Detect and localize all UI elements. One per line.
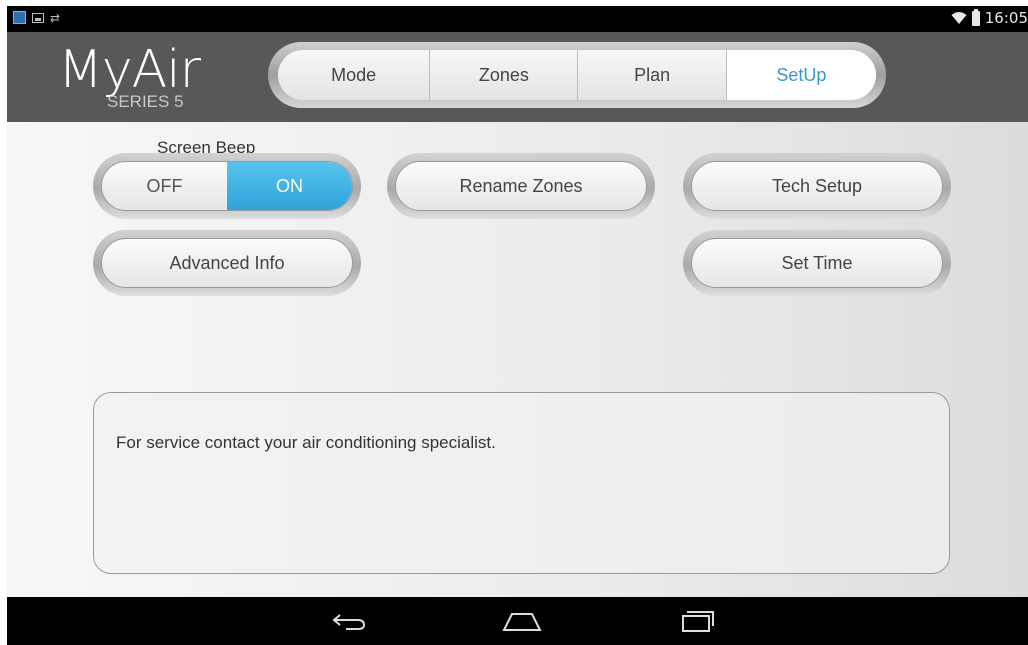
set-time-button[interactable]: Set Time	[691, 238, 943, 288]
home-icon[interactable]	[492, 605, 552, 637]
notification-icons: ⇄	[13, 11, 60, 24]
status-time: 16:05	[984, 9, 1028, 27]
battery-icon	[971, 8, 980, 26]
beep-on-option[interactable]: ON	[227, 162, 352, 210]
advanced-info-button[interactable]: Advanced Info	[101, 238, 353, 288]
app-notification-icon	[13, 11, 26, 24]
main-tab-group: Mode Zones Plan SetUp	[278, 50, 876, 100]
service-message: For service contact your air conditionin…	[116, 433, 496, 452]
system-nav-bar	[7, 597, 1028, 645]
app-logo: MyAir	[58, 40, 201, 100]
screen-beep-toggle-frame: OFF ON	[93, 153, 361, 219]
recent-apps-icon[interactable]	[666, 605, 726, 637]
app-logo-subtitle: SERIES 5	[107, 92, 184, 111]
tab-plan[interactable]: Plan	[578, 50, 727, 100]
service-info-box: For service contact your air conditionin…	[93, 392, 950, 574]
wifi-icon	[951, 12, 967, 24]
tab-mode[interactable]: Mode	[278, 50, 431, 100]
set-time-frame: Set Time	[683, 230, 951, 296]
status-bar: ⇄ 16:05	[7, 6, 1028, 32]
tech-setup-frame: Tech Setup	[683, 153, 951, 219]
screen-beep-toggle: OFF ON	[101, 161, 353, 211]
image-notification-icon	[32, 12, 44, 23]
tablet-screen: ⇄ 16:05 MyAir SERIES 5 Mode Zones Plan S…	[7, 6, 1028, 645]
back-icon[interactable]	[320, 605, 380, 637]
tab-setup[interactable]: SetUp	[726, 50, 876, 100]
app-header: MyAir SERIES 5 Mode Zones Plan SetUp	[7, 32, 1028, 122]
advanced-info-frame: Advanced Info	[93, 230, 361, 296]
setup-panel: Screen Beep OFF ON Rename Zones Tech Set…	[7, 122, 1028, 597]
sync-icon: ⇄	[50, 10, 61, 25]
rename-zones-button[interactable]: Rename Zones	[395, 161, 647, 211]
status-right: 16:05	[951, 8, 1028, 27]
tech-setup-button[interactable]: Tech Setup	[691, 161, 943, 211]
rename-zones-frame: Rename Zones	[387, 153, 655, 219]
tab-zones[interactable]: Zones	[430, 50, 579, 100]
main-tab-bar: Mode Zones Plan SetUp	[268, 42, 886, 108]
beep-off-option[interactable]: OFF	[102, 162, 227, 210]
